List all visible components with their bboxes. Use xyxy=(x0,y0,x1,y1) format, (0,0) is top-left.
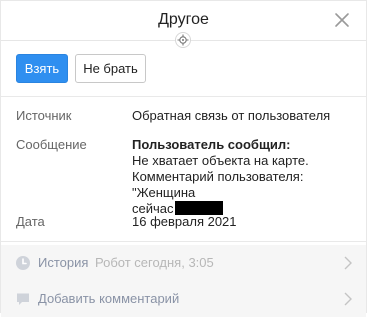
details-divider xyxy=(1,241,366,242)
redaction-block xyxy=(174,201,223,215)
action-buttons: Взять Не брать xyxy=(16,54,146,83)
comment-icon xyxy=(15,291,31,307)
add-comment-row[interactable]: Добавить комментарий xyxy=(1,281,366,317)
history-meta: Робот сегодня, 3:05 xyxy=(95,255,214,270)
target-icon[interactable] xyxy=(175,32,191,48)
add-comment-label: Добавить комментарий xyxy=(38,291,180,306)
source-label: Источник xyxy=(16,108,72,123)
feedback-panel: Другое Взять Не брать Источник Обратная … xyxy=(0,0,367,317)
clock-icon xyxy=(15,255,31,271)
history-row[interactable]: История Робот сегодня, 3:05 xyxy=(1,245,366,281)
panel-title: Другое xyxy=(158,11,209,28)
message-label: Сообщение xyxy=(16,137,87,152)
message-value: Пользователь сообщил: Не хватает объекта… xyxy=(132,137,352,217)
date-value: 16 февраля 2021 xyxy=(132,214,237,229)
date-label: Дата xyxy=(16,214,45,229)
history-label: История xyxy=(38,255,89,270)
message-line-2: Комментарий пользователя: "Женщина xyxy=(132,169,304,200)
take-button[interactable]: Взять xyxy=(16,54,68,83)
message-line-1: Не хватает объекта на карте. xyxy=(132,153,309,168)
actions-divider xyxy=(1,96,366,97)
close-icon[interactable] xyxy=(332,10,352,30)
decline-button[interactable]: Не брать xyxy=(75,54,146,83)
message-title: Пользователь сообщил: xyxy=(132,137,291,152)
source-value: Обратная связь от пользователя xyxy=(132,108,331,123)
chevron-right-icon xyxy=(344,292,352,306)
chevron-right-icon xyxy=(344,256,352,270)
